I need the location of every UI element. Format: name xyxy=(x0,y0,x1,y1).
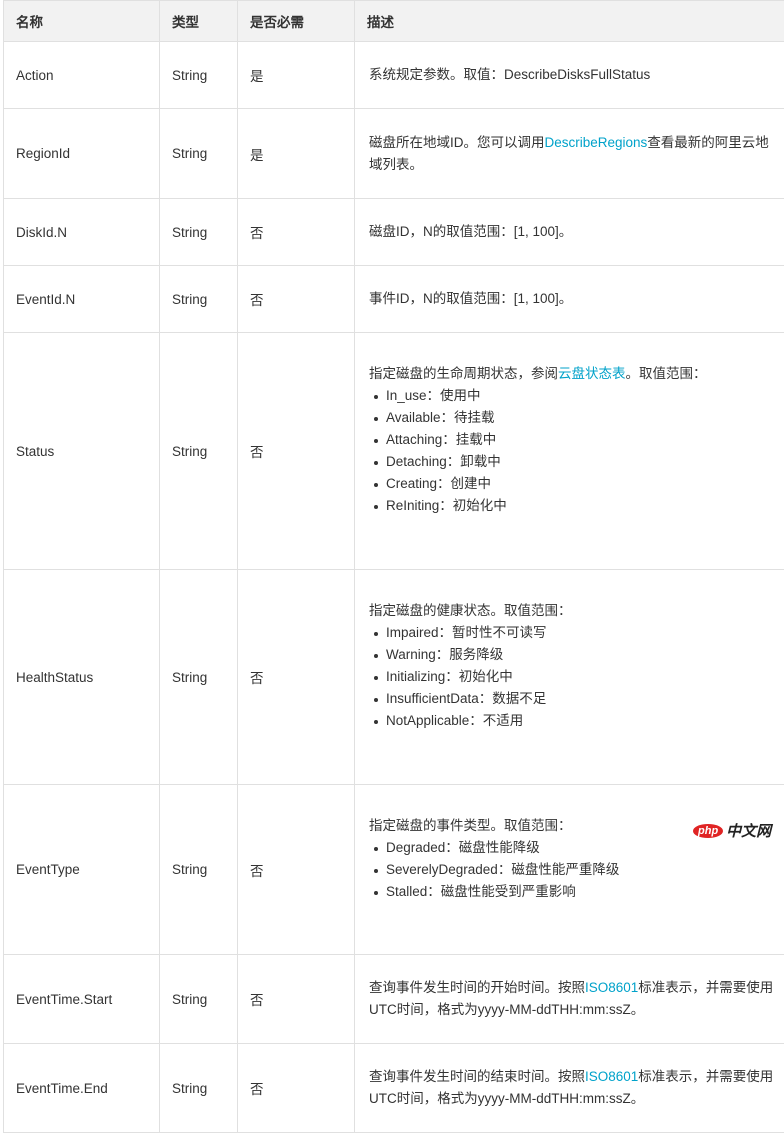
param-required: 是 xyxy=(238,109,355,199)
param-type: String xyxy=(160,199,238,266)
param-type: String xyxy=(160,266,238,333)
table-row: HealthStatusString否指定磁盘的健康状态。取值范围： Impair… xyxy=(4,570,784,785)
param-name: RegionId xyxy=(4,109,160,199)
list-item: Creating：创建中 xyxy=(386,473,781,495)
description-text: 磁盘所在地域ID。您可以调用DescribeRegions查看最新的阿里云地域列… xyxy=(369,132,781,176)
table-row: StatusString否指定磁盘的生命周期状态，参阅云盘状态表。取值范围：In… xyxy=(4,333,784,570)
param-name: HealthStatus xyxy=(4,570,160,785)
description-text: 查询事件发生时间的结束时间。按照ISO8601标准表示，并需要使用UTC时间，格… xyxy=(369,1066,781,1110)
list-item: Impaired：暂时性不可读写 xyxy=(386,622,781,644)
param-required: 否 xyxy=(238,570,355,785)
value-list: Impaired：暂时性不可读写Warning：服务降级Initializing… xyxy=(369,622,781,732)
list-item: Attaching：挂载中 xyxy=(386,429,781,451)
list-item: Detaching：卸载中 xyxy=(386,451,781,473)
param-required: 否 xyxy=(238,333,355,570)
param-required: 否 xyxy=(238,1044,355,1133)
description-pre: 查询事件发生时间的结束时间。按照 xyxy=(369,1069,585,1084)
table-row: EventTime.EndString否查询事件发生时间的结束时间。按照ISO8… xyxy=(4,1044,784,1133)
description-pre: 指定磁盘的健康状态。取值范围： xyxy=(369,603,572,618)
description-pre: 磁盘所在地域ID。您可以调用 xyxy=(369,135,545,150)
param-name: EventTime.End xyxy=(4,1044,160,1133)
table-row: EventId.NString否事件ID，N的取值范围：[1, 100]。 xyxy=(4,266,784,333)
description-link[interactable]: 云盘状态表 xyxy=(558,366,626,381)
header-required: 是否必需 xyxy=(238,1,355,42)
description-text: 系统规定参数。取值：DescribeDisksFullStatus xyxy=(369,64,781,86)
table-header-row: 名称 类型 是否必需 描述 xyxy=(4,1,784,42)
param-required: 否 xyxy=(238,266,355,333)
description-text: 磁盘ID，N的取值范围：[1, 100]。 xyxy=(369,221,781,243)
list-item: SeverelyDegraded：磁盘性能严重降级 xyxy=(386,859,781,881)
description-link[interactable]: ISO8601 xyxy=(585,1069,638,1084)
table-row: ActionString是系统规定参数。取值：DescribeDisksFull… xyxy=(4,42,784,109)
param-name: EventTime.Start xyxy=(4,955,160,1044)
header-name: 名称 xyxy=(4,1,160,42)
description-pre: 查询事件发生时间的开始时间。按照 xyxy=(369,980,585,995)
param-type: String xyxy=(160,570,238,785)
description-pre: 事件ID，N的取值范围：[1, 100]。 xyxy=(369,291,572,306)
parameters-table: 名称 类型 是否必需 描述 ActionString是系统规定参数。取值：Des… xyxy=(3,0,784,1133)
param-description: 事件ID，N的取值范围：[1, 100]。 xyxy=(355,266,784,333)
description-link[interactable]: ISO8601 xyxy=(585,980,638,995)
param-description: 指定磁盘的健康状态。取值范围： Impaired：暂时性不可读写Warning：服… xyxy=(355,570,784,785)
param-type: String xyxy=(160,785,238,955)
param-name: EventType xyxy=(4,785,160,955)
param-description: 磁盘所在地域ID。您可以调用DescribeRegions查看最新的阿里云地域列… xyxy=(355,109,784,199)
table-row: EventTime.StartString否查询事件发生时间的开始时间。按照IS… xyxy=(4,955,784,1044)
description-pre: 指定磁盘的事件类型。取值范围： xyxy=(369,818,572,833)
table-row: RegionIdString是磁盘所在地域ID。您可以调用DescribeReg… xyxy=(4,109,784,199)
param-description: 查询事件发生时间的结束时间。按照ISO8601标准表示，并需要使用UTC时间，格… xyxy=(355,1044,784,1133)
description-post: 。取值范围： xyxy=(626,366,707,381)
list-item: NotApplicable：不适用 xyxy=(386,710,781,732)
description-text: 指定磁盘的健康状态。取值范围： xyxy=(369,600,781,622)
param-description: 系统规定参数。取值：DescribeDisksFullStatus xyxy=(355,42,784,109)
param-type: String xyxy=(160,109,238,199)
description-pre: 磁盘ID，N的取值范围：[1, 100]。 xyxy=(369,224,572,239)
list-item: Initializing：初始化中 xyxy=(386,666,781,688)
php-cn-watermark: php 中文网 xyxy=(693,820,771,841)
description-text: 事件ID，N的取值范围：[1, 100]。 xyxy=(369,288,781,310)
param-name: EventId.N xyxy=(4,266,160,333)
value-list: In_use：使用中Available：待挂载Attaching：挂载中Deta… xyxy=(369,385,781,517)
param-required: 否 xyxy=(238,199,355,266)
param-type: String xyxy=(160,1044,238,1133)
param-description: 指定磁盘的事件类型。取值范围： Degraded：磁盘性能降级SeverelyDe… xyxy=(355,785,784,955)
description-text: 查询事件发生时间的开始时间。按照ISO8601标准表示，并需要使用UTC时间，格… xyxy=(369,977,781,1021)
description-pre: 指定磁盘的生命周期状态，参阅 xyxy=(369,366,558,381)
table-row: EventTypeString否指定磁盘的事件类型。取值范围： Degraded：… xyxy=(4,785,784,955)
param-required: 否 xyxy=(238,785,355,955)
table-row: DiskId.NString否磁盘ID，N的取值范围：[1, 100]。 xyxy=(4,199,784,266)
param-description: 指定磁盘的生命周期状态，参阅云盘状态表。取值范围：In_use：使用中Avail… xyxy=(355,333,784,570)
param-required: 是 xyxy=(238,42,355,109)
list-item: InsufficientData：数据不足 xyxy=(386,688,781,710)
description-link[interactable]: DescribeRegions xyxy=(545,135,648,150)
description-text: 指定磁盘的生命周期状态，参阅云盘状态表。取值范围： xyxy=(369,363,781,385)
param-name: Action xyxy=(4,42,160,109)
param-type: String xyxy=(160,333,238,570)
param-name: DiskId.N xyxy=(4,199,160,266)
param-name: Status xyxy=(4,333,160,570)
watermark-text: 中文网 xyxy=(726,820,771,841)
list-item: Warning：服务降级 xyxy=(386,644,781,666)
param-required: 否 xyxy=(238,955,355,1044)
description-pre: 系统规定参数。取值：DescribeDisksFullStatus xyxy=(369,67,650,82)
header-type: 类型 xyxy=(160,1,238,42)
param-type: String xyxy=(160,42,238,109)
list-item: In_use：使用中 xyxy=(386,385,781,407)
list-item: Stalled：磁盘性能受到严重影响 xyxy=(386,881,781,903)
header-description: 描述 xyxy=(355,1,784,42)
php-logo-icon: php xyxy=(693,824,723,838)
param-description: 磁盘ID，N的取值范围：[1, 100]。 xyxy=(355,199,784,266)
list-item: Available：待挂载 xyxy=(386,407,781,429)
list-item: ReIniting：初始化中 xyxy=(386,495,781,517)
param-description: 查询事件发生时间的开始时间。按照ISO8601标准表示，并需要使用UTC时间，格… xyxy=(355,955,784,1044)
param-type: String xyxy=(160,955,238,1044)
value-list: Degraded：磁盘性能降级SeverelyDegraded：磁盘性能严重降级… xyxy=(369,837,781,903)
